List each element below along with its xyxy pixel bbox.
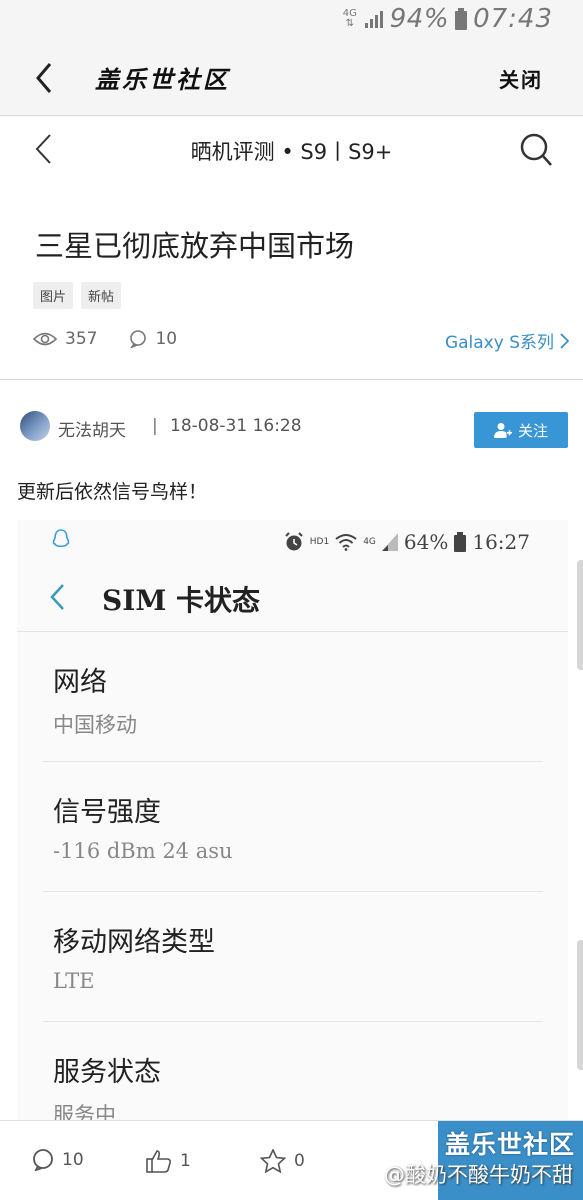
tag-image[interactable]: 图片 (33, 282, 74, 309)
forum-section-title[interactable]: 晒机评测 • S9丨S9+ (0, 136, 583, 166)
post-date: 18-08-31 16:28 (170, 416, 302, 436)
post-content-area: 晒机评测 • S9丨S9+ 三星已彻底放弃中国市场 图片 新帖 357 10 G… (0, 117, 583, 1120)
post-image[interactable]: HD1 4G 64% 16:27 SIM 卡状态 网络 中国移动 信号强度 -1… (17, 520, 568, 1120)
tag-new[interactable]: 新帖 (81, 282, 122, 309)
sim-item-network: 网络 中国移动 (53, 660, 533, 739)
hd-indicator: HD1 (309, 537, 330, 547)
sim-item-network-type: 移动网络类型 LTE (53, 920, 533, 993)
favorite-button[interactable]: 0 (260, 1149, 305, 1173)
scroll-handle[interactable] (577, 940, 583, 1070)
favorite-button-count: 0 (294, 1151, 305, 1171)
post-tags: 图片 新帖 (33, 282, 122, 309)
watermark-user: @酸奶不酸牛奶不甜 (384, 1163, 573, 1187)
app-title: 盖乐世社区 (95, 65, 230, 94)
status-bar-right: 4G ⇅ 94% 07:43 (342, 4, 553, 34)
back-arrow-icon[interactable] (30, 60, 60, 96)
sim-item-label: 网络 (53, 667, 107, 698)
bottom-action-bar: 10 1 0 盖乐世社区 @酸奶不酸牛奶不甜 (0, 1120, 583, 1200)
series-link[interactable]: Galaxy S系列 (445, 328, 569, 353)
star-icon (260, 1149, 286, 1173)
embedded-battery-icon (454, 532, 467, 552)
follow-button[interactable]: 关注 (474, 412, 568, 448)
view-count-value: 357 (65, 329, 98, 349)
sim-item-value: 服务中 (53, 1103, 116, 1120)
embedded-network-type: 4G (363, 537, 376, 547)
sim-item-value: LTE (53, 969, 95, 993)
alarm-icon (285, 532, 303, 551)
embedded-divider (43, 891, 543, 892)
battery-icon (455, 8, 468, 30)
meta-separator: | (152, 416, 158, 436)
embedded-divider (43, 761, 543, 762)
comment-button-count: 10 (62, 1150, 84, 1170)
divider (0, 379, 583, 380)
chevron-right-icon (560, 332, 569, 349)
sim-item-label: 信号强度 (53, 797, 161, 828)
status-time: 07:43 (473, 4, 553, 34)
embedded-divider (43, 1021, 543, 1022)
qq-penguin-icon (52, 529, 70, 548)
embedded-title: SIM 卡状态 (102, 584, 261, 617)
sim-item-label: 服务状态 (53, 1057, 161, 1088)
close-button[interactable]: 关闭 (499, 64, 543, 93)
signal-icon (364, 11, 383, 28)
comment-count: 10 (129, 329, 177, 349)
watermark-title: 盖乐世社区 (444, 1130, 575, 1159)
post-stats: 357 10 (33, 329, 209, 349)
comment-button[interactable]: 10 (32, 1149, 84, 1171)
status-bar: 4G ⇅ 94% 07:43 (0, 0, 583, 38)
wifi-icon (335, 534, 357, 551)
follow-label: 关注 (517, 421, 548, 440)
avatar[interactable] (20, 411, 50, 441)
author-row: 无法胡天 | 18-08-31 16:28 关注 (18, 408, 568, 448)
author-name[interactable]: 无法胡天 (58, 416, 126, 441)
eye-icon (33, 332, 57, 346)
sim-item-service-state: 服务状态 服务中 (53, 1050, 533, 1120)
signal-weak-icon (381, 533, 398, 551)
sim-item-value: -116 dBm 24 asu (53, 839, 233, 863)
embedded-time: 16:27 (472, 530, 530, 554)
sim-item-label: 移动网络类型 (53, 927, 215, 958)
comment-icon (130, 330, 147, 348)
like-button-count: 1 (180, 1151, 191, 1171)
sim-item-value: 中国移动 (53, 713, 137, 737)
embedded-back-icon (50, 584, 64, 610)
add-user-icon (493, 423, 512, 438)
search-icon[interactable] (519, 132, 553, 168)
thumbs-up-icon (146, 1150, 172, 1173)
post-title: 三星已彻底放弃中国市场 (35, 229, 355, 263)
embedded-battery-percent: 64% (403, 530, 449, 554)
embedded-status-bar: HD1 4G 64% 16:27 (17, 520, 568, 564)
sim-item-signal-strength: 信号强度 -116 dBm 24 asu (53, 790, 533, 863)
like-button[interactable]: 1 (146, 1149, 191, 1173)
embedded-header: SIM 卡状态 (17, 564, 568, 632)
view-count: 357 (33, 329, 97, 349)
series-link-label: Galaxy S系列 (444, 333, 554, 353)
comment-icon (33, 1149, 53, 1171)
network-type-indicator: 4G ⇅ (342, 8, 357, 29)
comment-count-value: 10 (155, 329, 178, 349)
battery-percent: 94% (389, 4, 450, 34)
scroll-handle[interactable] (577, 560, 583, 670)
app-header: 盖乐世社区 关闭 (0, 38, 583, 116)
embedded-status-right: HD1 4G 64% 16:27 (284, 530, 530, 554)
post-body-text: 更新后依然信号鸟样！ (17, 481, 208, 503)
forum-nav-bar: 晒机评测 • S9丨S9+ (0, 117, 583, 183)
